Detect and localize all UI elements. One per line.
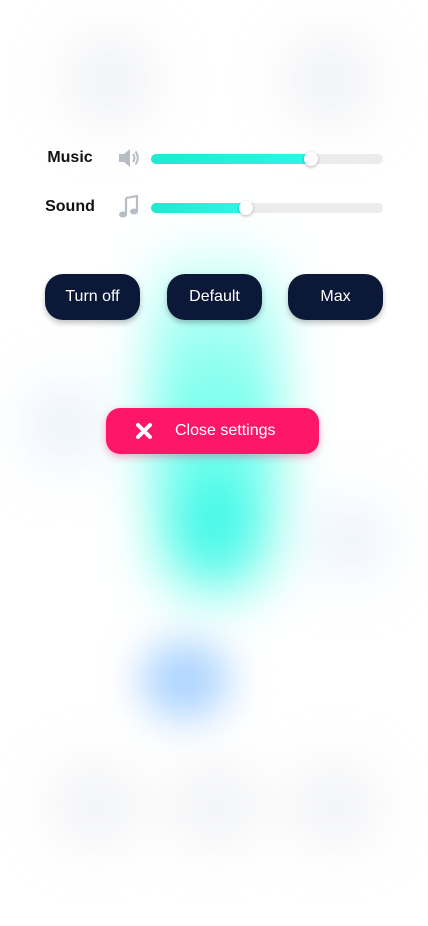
background-glow <box>175 470 255 580</box>
background-blob <box>140 640 230 720</box>
sound-slider-fill <box>151 203 247 213</box>
music-note-icon[interactable] <box>116 194 142 220</box>
sound-slider-row: Sound <box>0 194 428 224</box>
close-icon <box>136 423 152 439</box>
background-blob <box>70 40 150 120</box>
background-blob <box>315 505 385 575</box>
sound-slider-thumb[interactable] <box>239 201 254 215</box>
sound-label: Sound <box>45 198 95 215</box>
music-slider-row: Music <box>0 145 428 175</box>
music-label: Music <box>47 149 93 166</box>
max-button[interactable]: Max <box>288 274 383 320</box>
background-blob <box>175 770 255 840</box>
music-slider-thumb[interactable] <box>304 152 319 166</box>
background-blob <box>295 770 375 840</box>
speaker-icon[interactable] <box>116 145 142 171</box>
background-blob <box>55 770 135 840</box>
default-button[interactable]: Default <box>167 274 262 320</box>
background-blob <box>290 40 370 120</box>
turn-off-button[interactable]: Turn off <box>45 274 140 320</box>
settings-screen: Music Sound Turn off Default Max Close s… <box>0 0 428 926</box>
sound-slider[interactable] <box>151 201 383 215</box>
background-blob <box>30 385 100 465</box>
close-settings-button[interactable]: Close settings <box>106 408 319 454</box>
music-slider[interactable] <box>151 152 383 166</box>
music-slider-fill <box>151 154 312 164</box>
close-settings-label: Close settings <box>175 422 276 439</box>
